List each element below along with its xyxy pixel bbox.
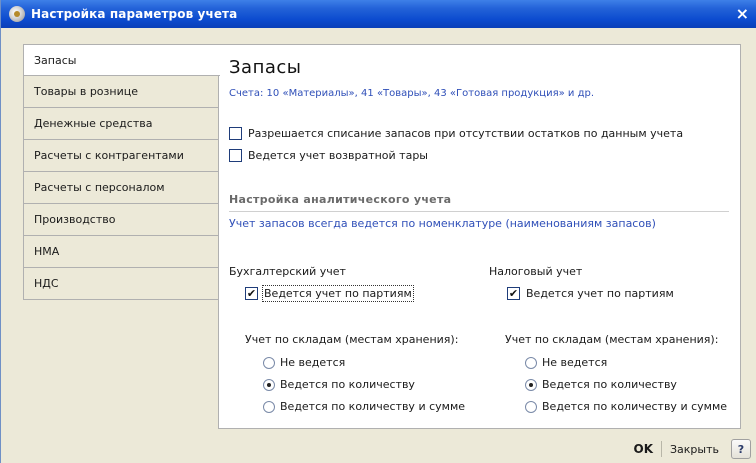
returnable-packaging-option[interactable]: Ведется учет возвратной тары [229, 149, 428, 162]
radio-label: Ведется по количеству и сумме [542, 400, 728, 413]
returnable-packaging-checkbox[interactable] [229, 149, 242, 162]
tax-batches-checkbox[interactable]: ✔ [507, 287, 520, 300]
dialog-body: Запасы Товары в рознице Денежные средств… [9, 34, 753, 433]
dialog-footer: OK Закрыть ? [1, 435, 756, 463]
section-tabs: Запасы Товары в рознице Денежные средств… [23, 44, 220, 300]
tab-raschety-s-personalom[interactable]: Расчеты с персоналом [23, 172, 219, 204]
tax-warehouses-title: Учет по складам (местам хранения): [505, 333, 719, 346]
accounting-batches-option[interactable]: ✔ Ведется учет по партиям [245, 285, 414, 302]
settings-window: Настройка параметров учета × Запасы Това… [0, 0, 756, 463]
tax-batches-option[interactable]: ✔ Ведется учет по партиям [507, 287, 674, 300]
tax-radio-quantity[interactable]: Ведется по количеству [525, 378, 677, 391]
radio-button-selected[interactable] [263, 378, 275, 391]
analytics-section-title: Настройка аналитического учета [229, 193, 452, 206]
window-title: Настройка параметров учета [31, 7, 238, 21]
help-icon[interactable]: ? [731, 439, 751, 459]
allow-writeoff-option[interactable]: Разрешается списание запасов при отсутст… [229, 127, 683, 140]
accounting-title: Бухгалтерский учет [229, 265, 346, 278]
tax-title: Налоговый учет [489, 265, 583, 278]
allow-writeoff-label: Разрешается списание запасов при отсутст… [248, 127, 684, 140]
close-button[interactable]: Закрыть [662, 438, 727, 460]
tab-raschety-s-kontragentami[interactable]: Расчеты с контрагентами [23, 140, 219, 172]
accounting-radio-none[interactable]: Не ведется [263, 356, 345, 369]
analytics-note: Учет запасов всегда ведется по номенклат… [229, 217, 656, 230]
section-divider [229, 211, 729, 212]
panel-title: Запасы [229, 57, 302, 78]
radio-button[interactable] [525, 400, 537, 413]
close-icon[interactable]: × [736, 4, 749, 23]
accounts-line: Счета: 10 «Материалы», 41 «Товары», 43 «… [229, 88, 595, 99]
accounting-radio-quantity[interactable]: Ведется по количеству [263, 378, 415, 391]
tab-proizvodstvo[interactable]: Производство [23, 204, 219, 236]
radio-button[interactable] [263, 356, 275, 369]
allow-writeoff-checkbox[interactable] [229, 127, 242, 140]
radio-label: Ведется по количеству и сумме [280, 400, 466, 413]
tab-zapasy[interactable]: Запасы [23, 44, 220, 76]
accounting-batches-checkbox[interactable]: ✔ [245, 287, 258, 300]
title-bar: Настройка параметров учета × [1, 0, 756, 28]
tab-nma[interactable]: НМА [23, 236, 219, 268]
tax-radio-quantity-sum[interactable]: Ведется по количеству и сумме [525, 400, 727, 413]
accounting-batches-label: Ведется учет по партиям [262, 285, 414, 302]
radio-label: Не ведется [280, 356, 346, 369]
tab-nds[interactable]: НДС [23, 268, 219, 300]
returnable-packaging-label: Ведется учет возвратной тары [248, 149, 428, 162]
tax-radio-none[interactable]: Не ведется [525, 356, 607, 369]
radio-button-selected[interactable] [525, 378, 537, 391]
radio-button[interactable] [263, 400, 275, 413]
tab-content-panel: Запасы Счета: 10 «Материалы», 41 «Товары… [218, 44, 741, 429]
radio-label: Ведется по количеству [280, 378, 415, 391]
radio-label: Не ведется [542, 356, 608, 369]
tab-denezhnye-sredstva[interactable]: Денежные средства [23, 108, 219, 140]
ok-button[interactable]: OK [626, 438, 662, 460]
tax-batches-label: Ведется учет по партиям [526, 287, 674, 300]
accounting-radio-quantity-sum[interactable]: Ведется по количеству и сумме [263, 400, 465, 413]
radio-button[interactable] [525, 356, 537, 369]
radio-label: Ведется по количеству [542, 378, 677, 391]
accounting-warehouses-title: Учет по складам (местам хранения): [245, 333, 459, 346]
tab-tovary-v-roznice[interactable]: Товары в рознице [23, 76, 219, 108]
app-icon [9, 6, 25, 22]
